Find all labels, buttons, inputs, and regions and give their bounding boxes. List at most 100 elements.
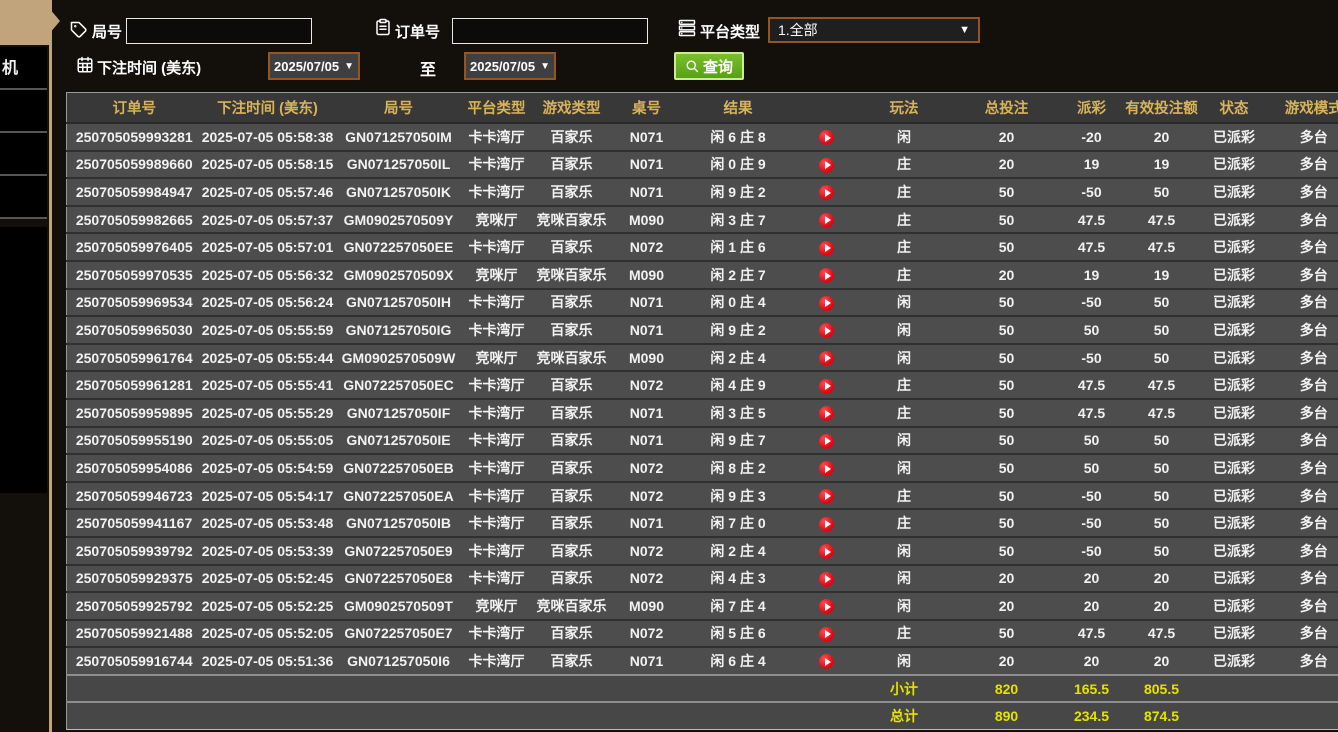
bet-time: 2025-07-05 05:53:48 bbox=[201, 508, 334, 537]
video-play-icon[interactable] bbox=[819, 406, 834, 422]
video-play-icon[interactable] bbox=[819, 488, 834, 504]
platform-type: 竞咪厅 bbox=[463, 204, 530, 234]
status: 已派彩 bbox=[1201, 177, 1267, 206]
table-row: 250705059929375 2025-07-05 05:52:45 GN0722… bbox=[66, 563, 1338, 593]
bet-time: 2025-07-05 05:55:29 bbox=[201, 397, 334, 427]
video-play-icon[interactable] bbox=[819, 157, 834, 173]
result: 闲 9 庄 2 bbox=[679, 315, 797, 344]
bet-records-table: 订单号 下注时间 (美东) 局号 平台类型 游戏类型 桌号 结果 玩法 总投注 … bbox=[66, 92, 1338, 730]
video-play-icon[interactable] bbox=[819, 185, 834, 201]
date-from-select[interactable]: 2025/07/05 ▼ bbox=[268, 52, 360, 80]
video-play-icon[interactable] bbox=[819, 212, 834, 228]
video-play-icon[interactable] bbox=[819, 295, 834, 311]
platform-type: 竞咪厅 bbox=[463, 342, 530, 372]
order-number-label: 订单号 bbox=[395, 24, 441, 41]
order-number: 250705059929375 bbox=[66, 563, 202, 593]
round-number: GN072257050EA bbox=[333, 480, 464, 510]
video-play-icon[interactable] bbox=[819, 350, 834, 366]
play-type: 闲 bbox=[856, 646, 952, 675]
play-triangle-icon bbox=[824, 271, 831, 280]
status: 已派彩 bbox=[1201, 646, 1267, 675]
result: 闲 2 庄 4 bbox=[679, 342, 797, 372]
round-number: GN071257050IH bbox=[333, 287, 464, 317]
payout: -50 bbox=[1061, 480, 1122, 510]
payout: 19 bbox=[1061, 149, 1122, 179]
table-number: N071 bbox=[613, 315, 680, 344]
valid-bet: 20 bbox=[1121, 122, 1202, 151]
status: 已派彩 bbox=[1201, 618, 1267, 648]
order-number: 250705059970535 bbox=[66, 259, 202, 289]
total-bet: 50 bbox=[951, 535, 1062, 565]
table-row: 250705059925792 2025-07-05 05:52:25 GM0902… bbox=[66, 591, 1338, 620]
sidebar-panel bbox=[0, 227, 47, 493]
play-triangle-icon bbox=[824, 244, 831, 253]
video-play-icon[interactable] bbox=[819, 544, 834, 560]
round-number: GN071257050IM bbox=[333, 122, 464, 151]
sidebar-item-1[interactable]: 机 bbox=[0, 47, 47, 90]
result: 闲 0 庄 9 bbox=[679, 149, 797, 179]
play-triangle-icon bbox=[824, 464, 831, 473]
video-play-icon bbox=[796, 480, 857, 510]
order-number: 250705059925792 bbox=[66, 591, 202, 620]
payout: -50 bbox=[1061, 535, 1122, 565]
video-play-icon[interactable] bbox=[819, 626, 834, 642]
game-mode: 多台 bbox=[1266, 618, 1338, 648]
game-mode: 多台 bbox=[1266, 342, 1338, 372]
platform-type: 卡卡湾厅 bbox=[463, 370, 530, 399]
platform-type: 卡卡湾厅 bbox=[463, 646, 530, 675]
video-play-icon[interactable] bbox=[819, 268, 834, 284]
round-number: GN072257050EE bbox=[333, 232, 464, 261]
sidebar-menu: 机 bbox=[0, 47, 47, 219]
video-play-icon[interactable] bbox=[819, 654, 834, 670]
round-number: GN071257050IE bbox=[333, 425, 464, 455]
play-type: 庄 bbox=[856, 618, 952, 648]
valid-bet: 19 bbox=[1121, 259, 1202, 289]
video-play-icon[interactable] bbox=[819, 461, 834, 477]
column-header-table-number: 桌号 bbox=[613, 92, 680, 124]
column-header-valid-bet: 有效投注额 bbox=[1121, 92, 1202, 124]
sidebar-item-2[interactable] bbox=[0, 90, 47, 133]
video-play-icon[interactable] bbox=[819, 378, 834, 394]
platform-type: 卡卡湾厅 bbox=[463, 315, 530, 344]
game-type: 百家乐 bbox=[529, 397, 614, 427]
game-mode: 多台 bbox=[1266, 204, 1338, 234]
video-play-icon[interactable] bbox=[819, 130, 834, 146]
payout: 47.5 bbox=[1061, 397, 1122, 427]
status: 已派彩 bbox=[1201, 149, 1267, 179]
round-number: GN071257050IG bbox=[333, 315, 464, 344]
status: 已派彩 bbox=[1201, 425, 1267, 455]
query-button[interactable]: 查询 bbox=[674, 52, 744, 80]
table-row: 250705059969534 2025-07-05 05:56:24 GN0712… bbox=[66, 287, 1338, 317]
table-number: M090 bbox=[613, 259, 680, 289]
column-header-result: 结果 bbox=[679, 92, 797, 124]
bet-time: 2025-07-05 05:54:59 bbox=[201, 453, 334, 482]
video-play-icon[interactable] bbox=[819, 240, 834, 256]
total-bet: 50 bbox=[951, 232, 1062, 261]
platform-type: 卡卡湾厅 bbox=[463, 287, 530, 317]
round-number-input[interactable] bbox=[126, 18, 312, 44]
bet-time-label: 下注时间 (美东) bbox=[97, 60, 202, 77]
sidebar-item-4[interactable] bbox=[0, 176, 47, 219]
order-number-input[interactable] bbox=[452, 18, 648, 44]
status: 已派彩 bbox=[1201, 591, 1267, 620]
play-type: 庄 bbox=[856, 204, 952, 234]
video-play-icon[interactable] bbox=[819, 599, 834, 615]
video-play-icon[interactable] bbox=[819, 433, 834, 449]
video-play-icon[interactable] bbox=[819, 571, 834, 587]
payout: 20 bbox=[1061, 646, 1122, 675]
table-number: N072 bbox=[613, 453, 680, 482]
platform-type-select[interactable]: 1.全部 ▼ bbox=[768, 17, 980, 43]
bet-time: 2025-07-05 05:51:36 bbox=[201, 646, 334, 675]
bet-time: 2025-07-05 05:52:05 bbox=[201, 618, 334, 648]
game-type: 百家乐 bbox=[529, 646, 614, 675]
table-number: N071 bbox=[613, 287, 680, 317]
video-play-icon[interactable] bbox=[819, 323, 834, 339]
sidebar-item-3[interactable] bbox=[0, 133, 47, 176]
game-mode: 多台 bbox=[1266, 480, 1338, 510]
valid-bet: 47.5 bbox=[1121, 370, 1202, 399]
date-to-select[interactable]: 2025/07/05 ▼ bbox=[464, 52, 556, 80]
video-play-icon[interactable] bbox=[819, 516, 834, 532]
result: 闲 5 庄 6 bbox=[679, 618, 797, 648]
platform-type: 卡卡湾厅 bbox=[463, 618, 530, 648]
order-number: 250705059961764 bbox=[66, 342, 202, 372]
